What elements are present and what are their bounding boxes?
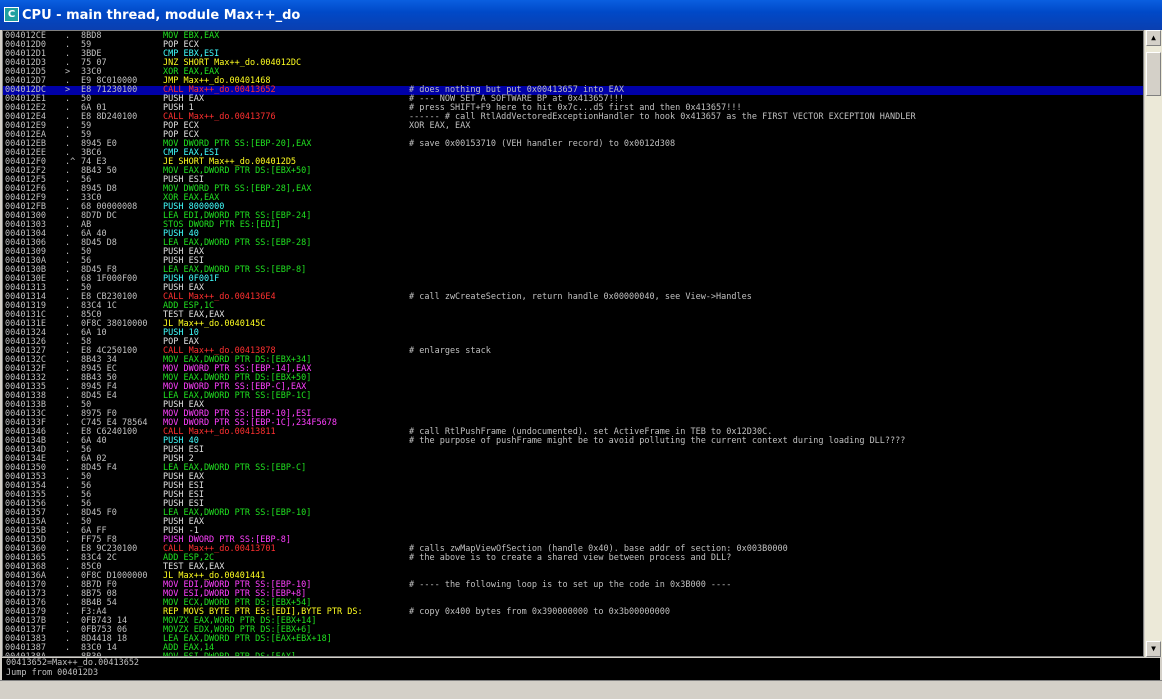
instruction: MOV ESI,DWORD PTR DS:[EAX] (163, 652, 297, 657)
scroll-down-button[interactable]: ▼ (1146, 641, 1161, 657)
info-line-jump-from: Jump from 004012D3 (6, 668, 99, 678)
window-title: CPU - main thread, module Max++_do (22, 8, 301, 23)
comment: XOR EAX, EAX (409, 121, 471, 131)
comment: # ---- the following loop is to set up t… (409, 580, 732, 590)
hex-bytes: 8B30 (81, 652, 102, 657)
scroll-up-button[interactable]: ▲ (1146, 30, 1161, 46)
bottom-panel-strip (0, 680, 1162, 699)
comment: # save 0x00153710 (VEH handler record) t… (409, 139, 676, 149)
info-line-target: 00413652=Max++_do.00413652 (6, 658, 140, 668)
vertical-scrollbar[interactable]: ▲ ▼ (1145, 30, 1162, 657)
comment: ------ # call RtlAddVectoredExceptionHan… (409, 112, 916, 122)
disassembly-pane[interactable]: 004012CE. 8BD8 MOV EBX,EAX 004012D0. 59 POP E… (2, 30, 1144, 657)
jump-marker: . (65, 652, 71, 657)
cpu-app-icon: C (4, 7, 19, 22)
cpu-window: C CPU - main thread, module Max++_do 004… (0, 0, 1162, 699)
info-pane: 00413652=Max++_do.00413652 Jump from 004… (2, 658, 1160, 680)
comment: # copy 0x400 bytes from 0x390000000 to 0… (409, 607, 670, 617)
comment: # the purpose of pushFrame might be to a… (409, 436, 906, 446)
address: 0040138A (5, 652, 46, 657)
comment: # enlarges stack (409, 346, 491, 356)
scroll-thumb[interactable] (1146, 52, 1161, 96)
title-bar[interactable]: C CPU - main thread, module Max++_do (0, 0, 1162, 30)
comment: # call zwCreateSection, return handle 0x… (409, 292, 752, 302)
comment: # the above is to create a shared view b… (409, 553, 732, 563)
disasm-row[interactable]: 0040138A. 8B30 MOV ESI,DWORD PTR DS:[EAX] (3, 653, 1143, 657)
